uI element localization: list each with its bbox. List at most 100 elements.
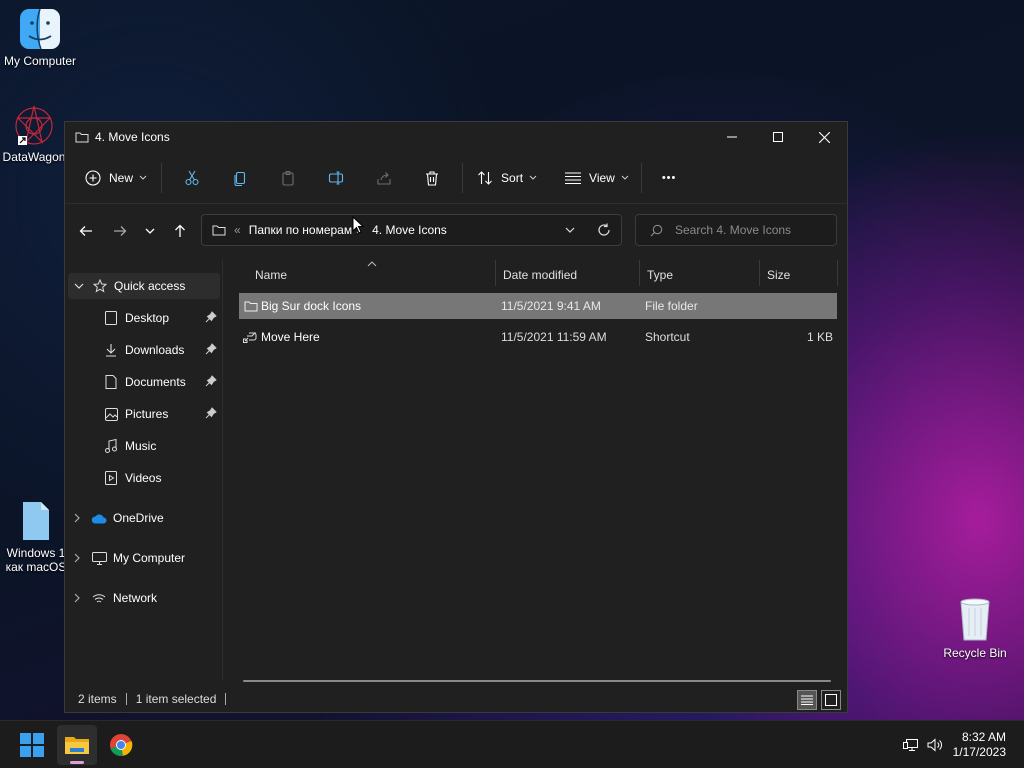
column-header-type[interactable]: Type xyxy=(647,260,759,290)
chevron-right-icon[interactable] xyxy=(74,513,81,523)
column-header-label: Size xyxy=(767,268,791,282)
wifi-icon xyxy=(91,590,107,606)
up-button[interactable] xyxy=(165,216,195,246)
taskbar-file-explorer[interactable] xyxy=(57,725,97,765)
breadcrumb-segment[interactable]: 4. Move Icons xyxy=(372,223,447,237)
column-header-date[interactable]: Date modified xyxy=(503,260,639,290)
file-name: Move Here xyxy=(261,330,320,344)
column-header-size[interactable]: Size xyxy=(767,260,837,290)
sidebar-item-label: Documents xyxy=(125,375,186,389)
breadcrumb-overflow[interactable]: « xyxy=(234,223,241,237)
status-divider xyxy=(125,693,127,705)
search-icon xyxy=(650,224,663,236)
sidebar-item-onedrive[interactable]: OneDrive xyxy=(74,505,220,531)
column-divider[interactable] xyxy=(495,260,496,286)
sidebar-item-my-computer[interactable]: My Computer xyxy=(74,545,220,571)
search-box[interactable]: Search 4. Move Icons xyxy=(635,214,837,246)
sidebar-item-videos[interactable]: Videos xyxy=(103,465,221,491)
sort-icon xyxy=(478,170,492,185)
cut-button[interactable] xyxy=(168,162,216,194)
minimize-button[interactable] xyxy=(709,122,755,152)
column-divider[interactable] xyxy=(759,260,760,286)
recent-locations-button[interactable] xyxy=(137,216,163,246)
sidebar-item-pictures[interactable]: Pictures xyxy=(103,401,221,427)
window-title: 4. Move Icons xyxy=(95,130,170,144)
rename-button[interactable] xyxy=(312,162,360,194)
chevron-right-icon[interactable] xyxy=(74,593,81,603)
pin-icon xyxy=(205,343,217,355)
column-divider[interactable] xyxy=(639,260,640,286)
chevron-down-icon[interactable] xyxy=(74,283,84,290)
sidebar-item-label: Music xyxy=(125,439,157,453)
rename-icon xyxy=(328,170,344,185)
start-button[interactable] xyxy=(12,725,52,765)
maximize-button[interactable] xyxy=(755,122,801,152)
column-divider[interactable] xyxy=(837,260,838,286)
folder-outline-icon xyxy=(75,132,89,143)
clock[interactable]: 8:32 AM 1/17/2023 xyxy=(943,730,1024,760)
finder-icon xyxy=(20,8,60,50)
paste-button[interactable] xyxy=(264,162,312,194)
breadcrumb-segment[interactable]: Папки по номерам xyxy=(249,223,352,237)
table-row[interactable]: Move Here 11/5/2021 11:59 AM Shortcut 1 … xyxy=(239,324,837,350)
file-type: Shortcut xyxy=(645,330,690,344)
chevron-down-icon xyxy=(621,175,629,180)
recycle-bin-icon xyxy=(960,598,990,641)
desktop-icon-datawagon[interactable]: DataWagon xyxy=(0,104,74,164)
close-button[interactable] xyxy=(801,122,847,152)
forward-button[interactable] xyxy=(105,216,135,246)
view-button[interactable]: View xyxy=(557,162,637,194)
close-icon xyxy=(818,131,830,143)
running-indicator xyxy=(70,761,84,764)
title-bar[interactable]: 4. Move Icons xyxy=(65,122,847,152)
desktop-icon-my-computer[interactable]: My Computer xyxy=(0,8,80,68)
file-icon xyxy=(23,502,49,540)
details-view-icon xyxy=(801,695,813,705)
back-button[interactable] xyxy=(71,216,101,246)
sidebar-item-documents[interactable]: Documents xyxy=(103,369,221,395)
sort-button[interactable]: Sort xyxy=(469,162,545,194)
tiles-view-button[interactable] xyxy=(821,690,841,710)
navigation-bar: « Папки по номерам › 4. Move Icons Searc… xyxy=(65,204,847,258)
list-view-icon xyxy=(565,172,582,184)
arrow-right-icon xyxy=(114,226,127,236)
desktop-icon xyxy=(103,310,119,326)
sidebar-item-label: Videos xyxy=(125,471,162,485)
desktop-icon-label: Recycle Bin xyxy=(943,646,1007,660)
chevron-down-icon[interactable] xyxy=(565,227,575,234)
column-header-name[interactable]: Name xyxy=(255,260,495,290)
sidebar-item-quick-access[interactable]: Quick access xyxy=(68,273,220,299)
refresh-icon[interactable] xyxy=(597,223,611,237)
new-button[interactable]: New xyxy=(77,162,155,194)
sidebar-item-label: Downloads xyxy=(125,343,185,357)
chevron-right-icon[interactable] xyxy=(74,553,81,563)
see-more-button[interactable]: ••• xyxy=(648,162,691,194)
minimize-icon xyxy=(727,136,737,138)
clock-time: 8:32 AM xyxy=(961,730,1006,744)
file-name: Big Sur dock Icons xyxy=(261,299,362,313)
network-icon[interactable] xyxy=(902,738,919,752)
address-bar[interactable]: « Папки по номерам › 4. Move Icons xyxy=(201,214,622,246)
pin-icon xyxy=(205,407,217,419)
details-view-button[interactable] xyxy=(797,690,817,710)
desktop-icon-recycle-bin[interactable]: Recycle Bin xyxy=(935,596,1015,660)
chevron-down-icon xyxy=(529,175,537,180)
delete-button[interactable] xyxy=(408,162,456,194)
horizontal-scrollbar[interactable] xyxy=(243,680,831,682)
toolbar-separator xyxy=(462,162,464,193)
picture-icon xyxy=(103,406,119,422)
table-row[interactable]: Big Sur dock Icons 11/5/2021 9:41 AM Fil… xyxy=(239,293,837,319)
taskbar-chrome[interactable] xyxy=(101,725,141,765)
cloud-icon xyxy=(91,510,107,526)
share-button[interactable] xyxy=(360,162,408,194)
sidebar-item-music[interactable]: Music xyxy=(103,433,221,459)
sidebar-item-desktop[interactable]: Desktop xyxy=(103,305,221,331)
command-bar: New Sort View ••• xyxy=(65,152,847,204)
toolbar-separator xyxy=(161,162,163,193)
volume-icon[interactable] xyxy=(927,738,943,752)
sidebar-item-downloads[interactable]: Downloads xyxy=(103,337,221,363)
file-type: File folder xyxy=(645,299,698,313)
sidebar-item-network[interactable]: Network xyxy=(74,585,220,611)
mouse-cursor xyxy=(352,216,364,234)
copy-button[interactable] xyxy=(216,162,264,194)
